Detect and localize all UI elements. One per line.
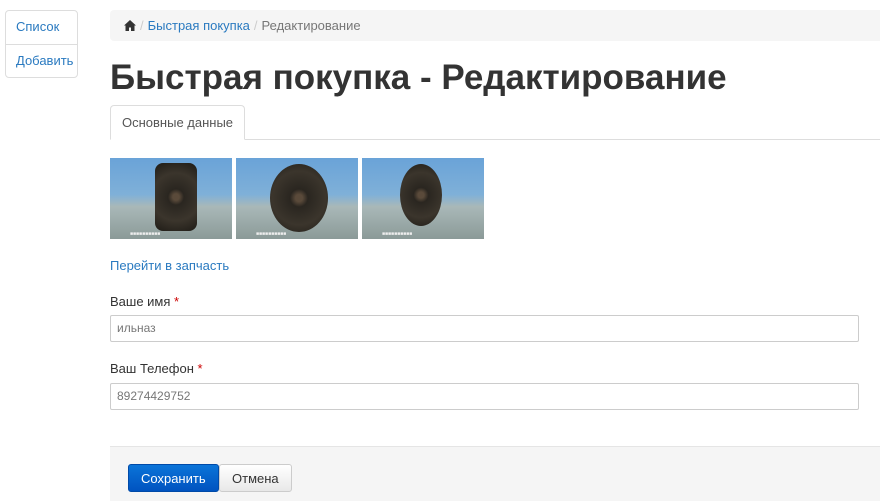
sidebar-item-add[interactable]: Добавить: [6, 44, 77, 77]
photo-thumbnail[interactable]: ■■■■■■■■■■: [362, 158, 484, 239]
photo-thumbnail[interactable]: ■■■■■■■■■■: [110, 158, 232, 239]
name-input[interactable]: ильназ: [110, 315, 859, 342]
form-actions: Сохранить Отмена: [110, 446, 880, 501]
save-button[interactable]: Сохранить: [128, 464, 219, 492]
go-to-part-link[interactable]: Перейти в запчасть: [110, 258, 229, 273]
breadcrumb: / Быстрая покупка / Редактирование: [110, 10, 880, 41]
required-marker: *: [174, 294, 180, 309]
photo-thumbnail[interactable]: ■■■■■■■■■■: [236, 158, 358, 239]
sidebar: Список Добавить: [5, 10, 78, 78]
photo-gallery: ■■■■■■■■■■ ■■■■■■■■■■ ■■■■■■■■■■: [110, 158, 484, 239]
required-marker: *: [197, 361, 203, 376]
breadcrumb-separator: /: [253, 18, 258, 33]
page-title: Быстрая покупка - Редактирование: [110, 58, 727, 97]
breadcrumb-separator: /: [140, 18, 144, 33]
breadcrumb-current: Редактирование: [261, 18, 361, 33]
phone-label-text: Ваш Телефон: [110, 361, 194, 376]
phone-label: Ваш Телефон *: [110, 361, 203, 376]
sidebar-item-list[interactable]: Список: [6, 11, 77, 44]
cancel-button[interactable]: Отмена: [219, 464, 292, 492]
tab-main-data[interactable]: Основные данные: [110, 105, 246, 140]
tab-bar: Основные данные: [110, 105, 880, 140]
home-icon[interactable]: [124, 18, 136, 33]
breadcrumb-quick-purchase[interactable]: Быстрая покупка: [148, 18, 250, 33]
name-label-text: Ваше имя: [110, 294, 171, 309]
name-label: Ваше имя *: [110, 294, 179, 309]
phone-input[interactable]: 89274429752: [110, 383, 859, 410]
